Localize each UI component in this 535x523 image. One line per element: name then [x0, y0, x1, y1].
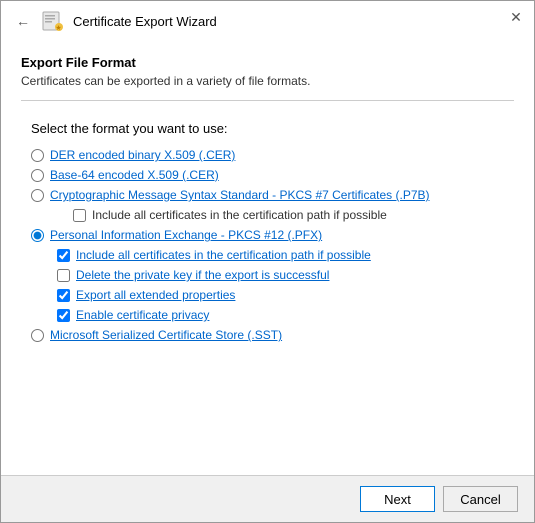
- cancel-button[interactable]: Cancel: [443, 486, 518, 512]
- back-button[interactable]: ←: [13, 11, 33, 31]
- label-der[interactable]: DER encoded binary X.509 (.CER): [50, 148, 235, 162]
- header-section: Export File Format Certificates can be e…: [1, 39, 534, 100]
- checkbox-pkcs12-extended-props[interactable]: [57, 289, 70, 302]
- option-sst: Microsoft Serialized Certificate Store (…: [31, 328, 504, 342]
- option-pkcs7: Cryptographic Message Syntax Standard - …: [31, 188, 504, 202]
- close-button[interactable]: ✕: [506, 7, 526, 27]
- radio-base64[interactable]: [31, 169, 44, 182]
- header-title: Export File Format: [21, 55, 514, 70]
- pkcs12-sub-options: Include all certificates in the certific…: [57, 248, 504, 322]
- label-pkcs12-privacy[interactable]: Enable certificate privacy: [76, 308, 209, 322]
- pkcs7-sub-option: Include all certificates in the certific…: [73, 208, 504, 222]
- checkbox-pkcs12-delete-key[interactable]: [57, 269, 70, 282]
- certificate-export-dialog: ← ★ Certificate Export Wizard ✕ Export F…: [0, 0, 535, 523]
- radio-pkcs12[interactable]: [31, 229, 44, 242]
- option-base64: Base-64 encoded X.509 (.CER): [31, 168, 504, 182]
- label-pkcs7[interactable]: Cryptographic Message Syntax Standard - …: [50, 188, 430, 202]
- next-button[interactable]: Next: [360, 486, 435, 512]
- checkbox-pkcs12-privacy[interactable]: [57, 309, 70, 322]
- label-pkcs12-include-certs[interactable]: Include all certificates in the certific…: [76, 248, 371, 262]
- title-bar: ← ★ Certificate Export Wizard ✕: [1, 1, 534, 39]
- pkcs12-sub-include-certs: Include all certificates in the certific…: [57, 248, 504, 262]
- radio-sst[interactable]: [31, 329, 44, 342]
- checkbox-pkcs7-include-certs[interactable]: [73, 209, 86, 222]
- label-pkcs12-extended-props[interactable]: Export all extended properties: [76, 288, 235, 302]
- label-pkcs7-include-certs[interactable]: Include all certificates in the certific…: [92, 208, 387, 222]
- label-pkcs12-delete-key[interactable]: Delete the private key if the export is …: [76, 268, 329, 282]
- option-der: DER encoded binary X.509 (.CER): [31, 148, 504, 162]
- radio-pkcs7[interactable]: [31, 189, 44, 202]
- pkcs12-sub-delete-key: Delete the private key if the export is …: [57, 268, 504, 282]
- checkbox-pkcs12-include-certs[interactable]: [57, 249, 70, 262]
- label-sst[interactable]: Microsoft Serialized Certificate Store (…: [50, 328, 282, 342]
- title-bar-left: ← ★ Certificate Export Wizard: [13, 9, 217, 33]
- option-pkcs12: Personal Information Exchange - PKCS #12…: [31, 228, 504, 242]
- footer: Next Cancel: [1, 475, 534, 522]
- label-pkcs12[interactable]: Personal Information Exchange - PKCS #12…: [50, 228, 322, 242]
- content-area: Select the format you want to use: DER e…: [1, 101, 534, 475]
- wizard-icon: ★: [41, 9, 65, 33]
- radio-der[interactable]: [31, 149, 44, 162]
- pkcs12-sub-privacy: Enable certificate privacy: [57, 308, 504, 322]
- svg-text:★: ★: [55, 24, 61, 32]
- label-base64[interactable]: Base-64 encoded X.509 (.CER): [50, 168, 219, 182]
- pkcs12-sub-extended-props: Export all extended properties: [57, 288, 504, 302]
- select-label: Select the format you want to use:: [31, 121, 504, 136]
- dialog-title: Certificate Export Wizard: [73, 14, 217, 29]
- header-description: Certificates can be exported in a variet…: [21, 74, 514, 88]
- dialog-body: Export File Format Certificates can be e…: [1, 39, 534, 475]
